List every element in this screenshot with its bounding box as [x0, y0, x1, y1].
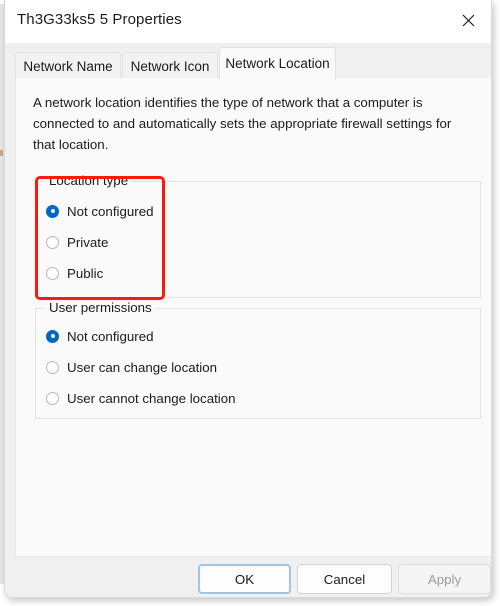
tab-label: Network Name [23, 58, 113, 74]
title-bar: Th3G33ks5 5 Properties [5, 0, 491, 43]
window-title: Th3G33ks5 5 Properties [17, 11, 182, 28]
radio-indicator-icon [46, 391, 59, 405]
description-text: A network location identifies the type o… [33, 95, 452, 152]
radio-label: Private [67, 234, 109, 250]
radio-label: Not configured [67, 328, 154, 344]
radio-perm-user-can-change[interactable]: User can change location [46, 358, 217, 376]
group-location-type: Location type Not configured Private Pub… [35, 173, 481, 298]
group-user-permissions-label: User permissions [45, 300, 156, 315]
cancel-button[interactable]: Cancel [297, 564, 392, 594]
radio-indicator-icon [46, 329, 59, 343]
cancel-button-label: Cancel [323, 571, 366, 587]
radio-perm-not-configured[interactable]: Not configured [46, 327, 153, 345]
desktop-edge-accent [0, 150, 3, 156]
radio-indicator-icon [46, 266, 59, 280]
tab-panel-network-location: A network location identifies the type o… [15, 78, 491, 557]
radio-indicator-icon [46, 360, 59, 374]
radio-location-not-configured[interactable]: Not configured [46, 202, 153, 220]
radio-indicator-icon [46, 204, 59, 218]
dialog-footer: OK Cancel Apply [5, 557, 491, 597]
radio-perm-user-cannot-change[interactable]: User cannot change location [46, 389, 236, 407]
radio-label: User cannot change location [67, 390, 236, 406]
radio-indicator-icon [46, 235, 59, 249]
tab-label: Network Location [225, 56, 330, 71]
tab-network-icon[interactable]: Network Icon [122, 52, 218, 79]
apply-button: Apply [398, 564, 491, 594]
ok-button[interactable]: OK [198, 564, 291, 594]
group-location-type-label: Location type [45, 173, 133, 188]
radio-location-public[interactable]: Public [46, 264, 103, 282]
tab-label: Network Icon [130, 58, 210, 74]
radio-location-private[interactable]: Private [46, 233, 108, 251]
tab-network-name[interactable]: Network Name [15, 52, 121, 79]
properties-dialog: Th3G33ks5 5 Properties Network Name Netw… [4, 0, 492, 598]
tab-strip: Network Name Network Icon Network Locati… [5, 43, 491, 79]
radio-label: Not configured [67, 203, 154, 219]
close-icon[interactable] [445, 0, 491, 40]
tab-network-location[interactable]: Network Location [219, 47, 336, 79]
radio-label: User can change location [67, 359, 218, 375]
group-user-permissions: User permissions Not configured User can… [35, 300, 481, 419]
apply-button-label: Apply [427, 571, 462, 587]
radio-label: Public [67, 265, 104, 281]
ok-button-label: OK [234, 571, 255, 587]
